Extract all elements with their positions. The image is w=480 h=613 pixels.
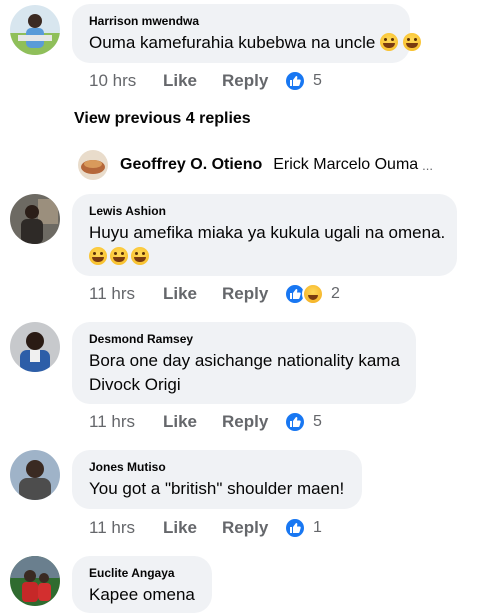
comment-actions: 11 hrs Like Reply 5	[89, 411, 322, 433]
comment-text: Bora one day asichange nationality kama …	[89, 351, 400, 394]
reply-button[interactable]: Reply	[222, 71, 284, 91]
reaction-summary[interactable]: 2	[284, 283, 340, 305]
reply-author[interactable]: Geoffrey O. Otieno	[120, 156, 262, 174]
comment-bubble[interactable]: Desmond Ramsey Bora one day asichange na…	[72, 322, 416, 404]
avatar[interactable]	[10, 450, 60, 500]
avatar[interactable]	[10, 556, 60, 606]
thumbs-up-icon	[284, 411, 306, 433]
comment-text: You got a "british" shoulder maen!	[89, 479, 345, 498]
like-button[interactable]: Like	[163, 284, 222, 304]
view-previous-replies-link[interactable]: View previous 4 replies	[74, 110, 251, 128]
comment-bubble[interactable]: Lewis Ashion Huyu amefika miaka ya kukul…	[72, 194, 457, 276]
timestamp[interactable]: 11 hrs	[89, 412, 163, 432]
comment-bubble[interactable]: Euclite Angaya Kapee omena	[72, 556, 212, 613]
reaction-summary[interactable]: 5	[284, 70, 322, 92]
timestamp[interactable]: 11 hrs	[89, 518, 163, 538]
reaction-count: 5	[313, 72, 322, 89]
laughing-emoji-icon	[110, 247, 128, 265]
comment-author[interactable]: Euclite Angaya	[89, 566, 196, 580]
like-button[interactable]: Like	[163, 412, 222, 432]
comment-text: Huyu amefika miaka ya kukula ugali na om…	[89, 223, 446, 242]
reaction-count: 2	[331, 285, 340, 302]
reaction-summary[interactable]: 1	[284, 517, 322, 539]
emoji-row	[89, 247, 441, 265]
thumbs-up-icon	[284, 70, 306, 92]
like-button[interactable]: Like	[163, 518, 222, 538]
reply-preview[interactable]: Geoffrey O. Otieno Erick Marcelo Ouma ..…	[78, 150, 433, 180]
comment-actions: 10 hrs Like Reply 5	[89, 70, 322, 92]
comment-author[interactable]: Lewis Ashion	[89, 204, 441, 218]
reaction-count: 1	[313, 519, 322, 536]
reply-text: Erick Marcelo Ouma	[273, 156, 419, 173]
like-button[interactable]: Like	[163, 71, 222, 91]
reply-button[interactable]: Reply	[222, 518, 284, 538]
haha-emoji-icon	[302, 283, 324, 305]
comment-author[interactable]: Desmond Ramsey	[89, 332, 400, 346]
comment-text: Kapee omena	[89, 585, 195, 604]
comment-author[interactable]: Harrison mwendwa	[89, 14, 394, 28]
timestamp[interactable]: 10 hrs	[89, 71, 163, 91]
laughing-emoji-icon	[131, 247, 149, 265]
thumbs-up-icon	[284, 517, 306, 539]
avatar[interactable]	[78, 150, 108, 180]
reply-button[interactable]: Reply	[222, 412, 284, 432]
laughing-emoji-icon	[380, 33, 399, 51]
laughing-emoji-icon	[89, 247, 107, 265]
comment-bubble[interactable]: Jones Mutiso You got a "british" shoulde…	[72, 450, 362, 509]
comment-actions: 11 hrs Like Reply 1	[89, 517, 322, 539]
avatar[interactable]	[10, 5, 60, 55]
avatar[interactable]	[10, 194, 60, 244]
comment-author[interactable]: Jones Mutiso	[89, 460, 346, 474]
laughing-emoji-icon	[402, 33, 421, 51]
reaction-count: 5	[313, 413, 322, 430]
avatar[interactable]	[10, 322, 60, 372]
reaction-summary[interactable]: 5	[284, 411, 322, 433]
reply-button[interactable]: Reply	[222, 284, 284, 304]
comment-actions: 11 hrs Like Reply 2	[89, 283, 340, 305]
reply-ellipsis: ...	[422, 157, 434, 173]
comment-bubble[interactable]: Harrison mwendwa Ouma kamefurahia kubebw…	[72, 4, 421, 63]
comment-text: Ouma kamefurahia kubebwa na uncle	[89, 31, 421, 55]
timestamp[interactable]: 11 hrs	[89, 284, 163, 304]
